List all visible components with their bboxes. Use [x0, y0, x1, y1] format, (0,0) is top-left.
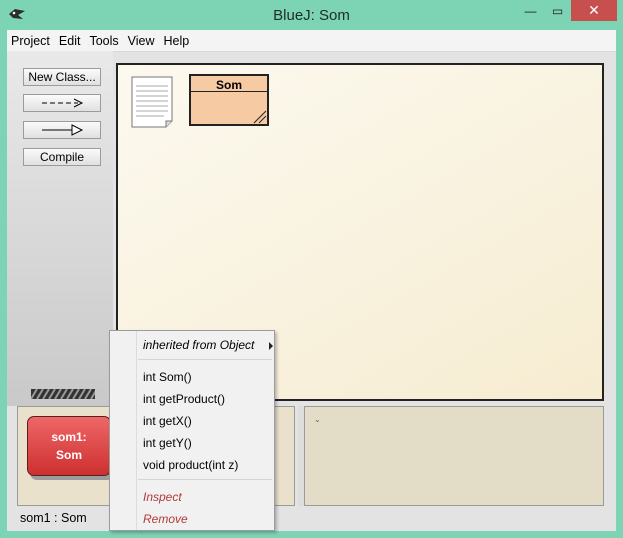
object-som1[interactable]: som1: Som	[27, 416, 111, 476]
inheritance-arrow-button[interactable]	[23, 121, 101, 139]
code-pad[interactable]: ⌄	[304, 406, 604, 506]
readme-note-icon[interactable]	[130, 75, 174, 129]
codepad-prompt-icon: ⌄	[314, 415, 321, 424]
menu-item-method[interactable]: int getX()	[143, 414, 192, 428]
dashed-arrow-icon	[42, 98, 84, 108]
menu-view[interactable]: View	[124, 34, 160, 48]
menu-item-inherited[interactable]: inherited from Object	[143, 338, 254, 352]
menu-gutter	[110, 331, 137, 530]
submenu-arrow-icon	[269, 342, 273, 350]
menu-item-method[interactable]: int Som()	[143, 370, 192, 384]
menu-item-inspect[interactable]: Inspect	[143, 490, 182, 504]
menu-item-method[interactable]: int getProduct()	[143, 392, 225, 406]
menu-item-method[interactable]: int getY()	[143, 436, 192, 450]
tool-panel: New Class... Compile	[7, 51, 113, 406]
resize-corner-icon[interactable]	[251, 108, 267, 124]
object-class: Som	[55, 448, 82, 462]
maximize-button[interactable]: ▭	[544, 0, 571, 21]
menu-edit[interactable]: Edit	[55, 34, 86, 48]
close-button[interactable]: ✕	[571, 0, 617, 21]
main-area: Project Edit Tools View Help New Class..…	[7, 30, 616, 531]
status-bar: som1 : Som	[20, 511, 87, 525]
minimize-button[interactable]: —	[517, 0, 544, 21]
title-bar: BlueJ: Som — ▭ ✕	[0, 0, 623, 30]
menu-help[interactable]: Help	[160, 34, 195, 48]
menu-item-remove[interactable]: Remove	[143, 512, 188, 526]
menu-item-method[interactable]: void product(int z)	[143, 458, 238, 472]
menu-separator	[138, 359, 272, 360]
menu-bar: Project Edit Tools View Help	[7, 30, 616, 52]
uses-arrow-button[interactable]	[23, 94, 101, 112]
class-divider	[191, 91, 267, 92]
menu-separator	[138, 479, 272, 480]
class-som[interactable]: Som	[189, 74, 269, 126]
splitter-grip[interactable]	[31, 389, 95, 399]
object-name: som1:	[51, 430, 87, 444]
new-class-button[interactable]: New Class...	[23, 68, 101, 86]
compile-button[interactable]: Compile	[23, 148, 101, 166]
menu-project[interactable]: Project	[7, 34, 55, 48]
class-name-label: Som	[215, 78, 242, 92]
bluej-window: BlueJ: Som — ▭ ✕ Project Edit Tools View…	[0, 0, 623, 538]
object-context-menu: inherited from Object int Som() int getP…	[109, 330, 275, 531]
menu-tools[interactable]: Tools	[85, 34, 123, 48]
inheritance-arrow-icon	[42, 124, 84, 136]
